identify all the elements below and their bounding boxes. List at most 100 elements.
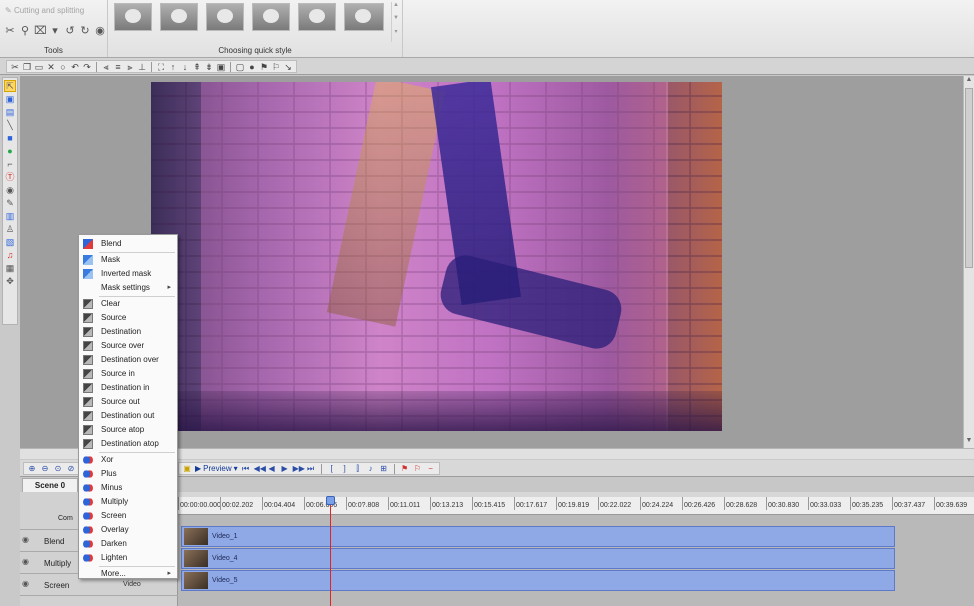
undo-icon[interactable]: ↶ bbox=[70, 62, 80, 72]
crop-icon[interactable]: ✂ bbox=[4, 25, 16, 37]
mark-out-icon[interactable]: ] bbox=[340, 464, 350, 474]
clip-video-1[interactable]: Video_1 bbox=[181, 526, 895, 547]
align-left-icon[interactable]: ⫷ bbox=[101, 62, 111, 72]
preview-settings-icon[interactable]: ▣ bbox=[182, 464, 192, 474]
pen-icon[interactable]: ✎ bbox=[5, 198, 15, 208]
menu-item-lighten[interactable]: Lighten bbox=[79, 551, 177, 565]
quick-style-thumb-1[interactable] bbox=[114, 3, 152, 31]
scroll-up-icon[interactable]: ▲ bbox=[964, 76, 974, 87]
cut-icon[interactable]: ✂ bbox=[10, 62, 20, 72]
record-icon[interactable]: ● bbox=[247, 62, 257, 72]
step-back-icon[interactable]: ◀ bbox=[267, 464, 277, 474]
chart-icon[interactable]: ▥ bbox=[5, 211, 15, 221]
tab-scene-0[interactable]: Scene 0 bbox=[22, 478, 78, 492]
pin-icon[interactable]: ↘ bbox=[283, 62, 293, 72]
quick-style-thumb-6[interactable] bbox=[344, 3, 384, 31]
preview-button[interactable]: ▶ Preview ▾ bbox=[195, 464, 238, 473]
menu-item-darken[interactable]: Darken bbox=[79, 537, 177, 551]
cutting-splitting-button[interactable]: ✎ Cutting and splitting bbox=[5, 6, 84, 15]
playhead-handle[interactable] bbox=[326, 496, 335, 505]
visibility-eye-icon[interactable]: ◉ bbox=[22, 535, 29, 544]
align-bottom-icon[interactable]: ⊥ bbox=[137, 62, 147, 72]
skip-end-icon[interactable]: ⏭ bbox=[306, 464, 316, 474]
duplicate-icon[interactable]: ▤ bbox=[5, 107, 15, 117]
marker-pink-icon[interactable]: ⚐ bbox=[413, 464, 423, 474]
menu-item-source[interactable]: Source bbox=[79, 311, 177, 325]
quick-style-thumb-3[interactable] bbox=[206, 3, 244, 31]
menu-item-inverted-mask[interactable]: Inverted mask bbox=[79, 267, 177, 281]
flag-icon[interactable]: ⚐ bbox=[271, 62, 281, 72]
crop-frame-icon[interactable]: ⌧ bbox=[34, 25, 47, 37]
menu-item-xor[interactable]: Xor bbox=[79, 453, 177, 467]
scroll-thumb[interactable] bbox=[965, 88, 973, 268]
scroll-down-icon[interactable]: ▼ bbox=[964, 437, 974, 448]
quick-style-thumb-2[interactable] bbox=[160, 3, 198, 31]
pointer-icon[interactable]: ⇱ bbox=[4, 80, 16, 92]
visibility-eye-icon[interactable]: ◉ bbox=[22, 557, 29, 566]
ellipse-icon[interactable]: ● bbox=[5, 146, 15, 156]
clip-video-4[interactable]: Video_4 bbox=[181, 548, 895, 569]
menu-item-source-out[interactable]: Source out bbox=[79, 395, 177, 409]
remove-marker-icon[interactable]: − bbox=[426, 464, 436, 474]
menu-item-destination-atop[interactable]: Destination atop bbox=[79, 437, 177, 451]
visibility-eye-icon[interactable]: ◉ bbox=[22, 579, 29, 588]
menu-item-blend[interactable]: Blend bbox=[79, 237, 177, 251]
menu-item-mask-settings[interactable]: Mask settings ▸ bbox=[79, 281, 177, 295]
gallery-more-icon[interactable]: ▾ bbox=[392, 28, 400, 41]
send-back-icon[interactable]: ⇟ bbox=[204, 62, 214, 72]
menu-item-overlay[interactable]: Overlay bbox=[79, 523, 177, 537]
marker-icon[interactable]: ⚑ bbox=[259, 62, 269, 72]
mark-in-icon[interactable]: [ bbox=[327, 464, 337, 474]
ribbon-gallery-scroll[interactable]: ▲ ▼ ▾ bbox=[391, 2, 400, 42]
menu-item-more[interactable]: More... ▸ bbox=[79, 567, 177, 581]
effects-icon[interactable]: ◉ bbox=[94, 25, 106, 37]
marker-red-icon[interactable]: ⚑ bbox=[400, 464, 410, 474]
quick-style-thumb-5[interactable] bbox=[298, 3, 336, 31]
rotate-right-icon[interactable]: ↻ bbox=[79, 25, 91, 37]
arrow-down-icon[interactable]: ↓ bbox=[180, 62, 190, 72]
menu-item-multiply[interactable]: Multiply bbox=[79, 495, 177, 509]
align-right-icon[interactable]: ⫸ bbox=[125, 62, 135, 72]
rotate-left-icon[interactable]: ↺ bbox=[64, 25, 76, 37]
canvas-vertical-scrollbar[interactable]: ▲ ▼ bbox=[963, 76, 974, 448]
audio-icon[interactable]: ♪ bbox=[366, 464, 376, 474]
dropdown-icon[interactable]: ▾ bbox=[49, 25, 61, 37]
timeline-ruler[interactable]: 00:00:00.000 00:02.202 00:04.404 00:06.606 0… bbox=[178, 497, 974, 515]
menu-item-destination[interactable]: Destination bbox=[79, 325, 177, 339]
zoom-reset-icon[interactable]: ⊘ bbox=[66, 464, 76, 474]
line-icon[interactable]: ╲ bbox=[5, 120, 15, 130]
rectangle-icon[interactable]: ■ bbox=[5, 133, 15, 143]
bring-front-icon[interactable]: ⇞ bbox=[192, 62, 202, 72]
music-icon[interactable]: ♫ bbox=[5, 250, 15, 260]
brush-icon[interactable]: ⌐ bbox=[5, 159, 15, 169]
step-forward-icon[interactable]: ▶ bbox=[280, 464, 290, 474]
layer-icon[interactable]: ▣ bbox=[5, 94, 15, 104]
menu-item-clear[interactable]: Clear bbox=[79, 297, 177, 311]
video-preview-frame[interactable] bbox=[151, 82, 722, 431]
fit-icon[interactable]: ⛶ bbox=[156, 62, 166, 72]
gallery-down-icon[interactable]: ▼ bbox=[392, 15, 400, 28]
menu-item-screen[interactable]: Screen bbox=[79, 509, 177, 523]
window-icon[interactable]: ▢ bbox=[235, 62, 245, 72]
skip-start-icon[interactable]: ⏮ bbox=[241, 464, 251, 474]
person-icon[interactable]: ♙ bbox=[5, 224, 15, 234]
rewind-icon[interactable]: ◀◀ bbox=[254, 464, 266, 474]
circle-icon[interactable]: ○ bbox=[58, 62, 68, 72]
arrow-up-icon[interactable]: ↑ bbox=[168, 62, 178, 72]
delete-icon[interactable]: ✕ bbox=[46, 62, 56, 72]
menu-item-destination-out[interactable]: Destination out bbox=[79, 409, 177, 423]
eye-tool-icon[interactable]: ◉ bbox=[5, 185, 15, 195]
menu-item-destination-over[interactable]: Destination over bbox=[79, 353, 177, 367]
redo-icon[interactable]: ↷ bbox=[82, 62, 92, 72]
filter-icon[interactable]: ⚲ bbox=[19, 25, 31, 37]
align-center-icon[interactable]: ≡ bbox=[113, 62, 123, 72]
gallery-up-icon[interactable]: ▲ bbox=[392, 2, 400, 15]
snap-icon[interactable]: ⊞ bbox=[379, 464, 389, 474]
menu-item-source-in[interactable]: Source in bbox=[79, 367, 177, 381]
fast-forward-icon[interactable]: ▶▶ bbox=[293, 464, 305, 474]
menu-item-plus[interactable]: Plus bbox=[79, 467, 177, 481]
zoom-fit-icon[interactable]: ⊙ bbox=[53, 464, 63, 474]
zoom-out-icon[interactable]: ⊖ bbox=[40, 464, 50, 474]
text-icon[interactable]: Ⓣ bbox=[5, 172, 15, 182]
menu-item-minus[interactable]: Minus bbox=[79, 481, 177, 495]
